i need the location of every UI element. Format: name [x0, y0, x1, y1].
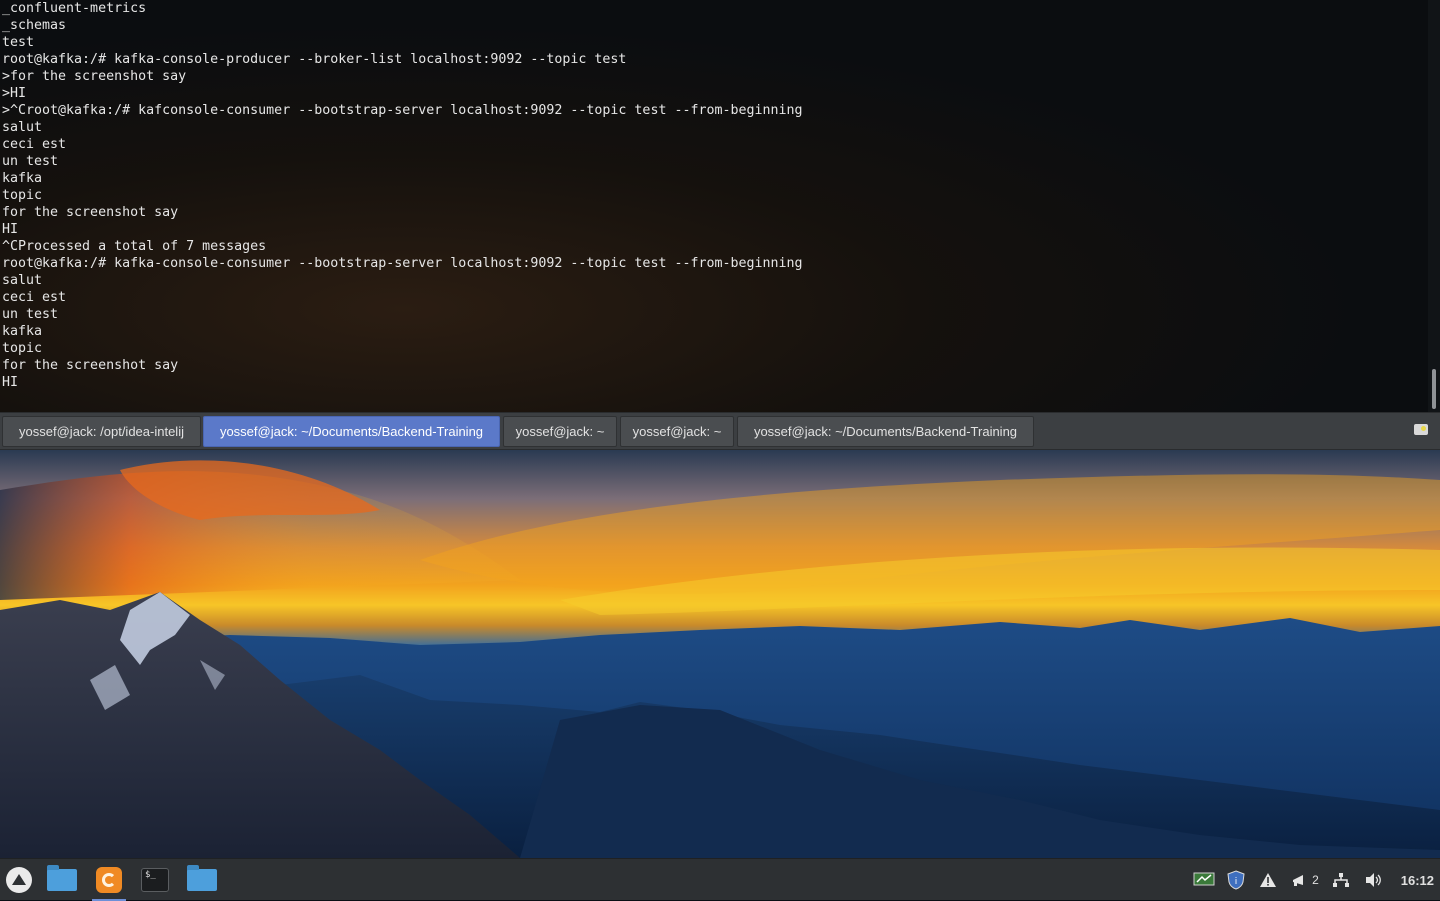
terminal-line: un test: [2, 307, 59, 322]
terminal-line: root@kafka:/# kafka-console-consumer --b…: [2, 256, 803, 271]
clock[interactable]: 16:12: [1401, 873, 1434, 888]
folder-launcher[interactable]: [183, 862, 221, 898]
terminal-line: _schemas: [2, 18, 67, 33]
terminal-line: for the screenshot say: [2, 358, 179, 373]
mountain-landscape-image: [0, 460, 1440, 858]
tab-home-2[interactable]: yossef@jack: ~: [620, 416, 734, 447]
volume-icon[interactable]: [1361, 868, 1385, 892]
terminal-line: for the screenshot say: [2, 205, 179, 220]
terminal-line: >HI: [2, 86, 27, 101]
tab-idea-intelij[interactable]: yossef@jack: /opt/idea-intelij: [2, 416, 201, 447]
terminal-scrollbar[interactable]: [1428, 0, 1440, 412]
notification-count: 2: [1312, 873, 1319, 887]
network-icon[interactable]: [1329, 868, 1353, 892]
terminal-line: _confluent-metrics: [2, 1, 147, 16]
shield-icon[interactable]: i: [1224, 868, 1248, 892]
svg-text:i: i: [1235, 877, 1238, 887]
menu-button[interactable]: [0, 862, 38, 898]
terminal-tab-bar: yossef@jack: /opt/idea-intelij yossef@ja…: [0, 412, 1440, 450]
folder-icon: [187, 865, 217, 891]
terminal-icon: $_: [141, 868, 169, 892]
monitor-icon[interactable]: [1192, 868, 1216, 892]
terminal-line: root@kafka:/# kafka-console-producer --b…: [2, 52, 627, 67]
terminal-line: ^CProcessed a total of 7 messages: [2, 239, 267, 254]
terminal-line: kafka: [2, 171, 43, 186]
terminal-line: >for the screenshot say: [2, 69, 187, 84]
taskbar: $_ i 2 16:12: [0, 858, 1440, 901]
firefox-icon: [96, 867, 122, 893]
terminal-line: HI: [2, 375, 19, 390]
terminal-line: kafka: [2, 324, 43, 339]
firefox-launcher[interactable]: [90, 862, 128, 901]
tab-notification-icon[interactable]: [1414, 424, 1428, 435]
terminal-line: salut: [2, 273, 43, 288]
terminal-line: topic: [2, 188, 43, 203]
desktop-wallpaper: [0, 450, 1440, 858]
terminal-line: topic: [2, 341, 43, 356]
tab-backend-training[interactable]: yossef@jack: ~/Documents/Backend-Trainin…: [737, 416, 1034, 447]
terminal-line: >^Croot@kafka:/# kafconsole-consumer --b…: [2, 103, 803, 118]
file-manager-launcher[interactable]: [43, 862, 81, 898]
terminal-line: un test: [2, 154, 59, 169]
terminal-line: ceci est: [2, 290, 67, 305]
terminal-line: HI: [2, 222, 19, 237]
terminal-line: test: [2, 35, 35, 50]
file-manager-icon: [47, 865, 77, 891]
system-tray: i 2 16:12: [1188, 859, 1440, 901]
terminal-scrollbar-thumb[interactable]: [1432, 369, 1436, 409]
tab-home-1[interactable]: yossef@jack: ~: [503, 416, 617, 447]
menu-icon: [6, 867, 32, 893]
terminal-line: salut: [2, 120, 43, 135]
tab-backend-training-active[interactable]: yossef@jack: ~/Documents/Backend-Trainin…: [203, 416, 500, 447]
terminal-line: ceci est: [2, 137, 67, 152]
terminal-launcher[interactable]: $_: [136, 862, 174, 898]
warning-icon[interactable]: [1256, 868, 1280, 892]
terminal-output[interactable]: _confluent-metrics _schemastest root@kafka…: [2, 0, 803, 391]
terminal-window[interactable]: _confluent-metrics _schemastest root@kafka…: [0, 0, 1440, 412]
notifications-icon[interactable]: [1288, 868, 1312, 892]
